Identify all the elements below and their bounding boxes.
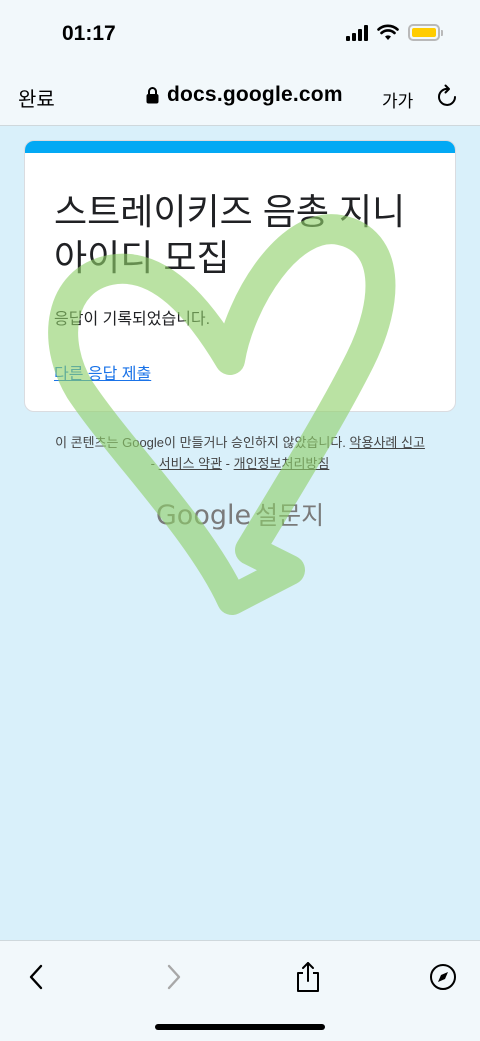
google-wordmark: Google: [155, 500, 252, 531]
done-button[interactable]: 완료: [18, 83, 55, 112]
disclaimer-text: 이 콘텐츠는 Google이 만들거나 승인하지 않았습니다.: [55, 435, 346, 450]
form-footer: 이 콘텐츠는 Google이 만들거나 승인하지 않았습니다. 악용사례 신고 …: [0, 432, 480, 474]
footer-separator: -: [225, 456, 231, 471]
share-icon[interactable]: [290, 959, 326, 995]
terms-link[interactable]: 서비스 약관: [159, 456, 222, 471]
cellular-signal-icon: [346, 24, 368, 41]
confirmation-message: 응답이 기록되었습니다.: [54, 311, 211, 328]
url-bar[interactable]: docs.google.com: [146, 83, 343, 107]
privacy-link[interactable]: 개인정보처리방침: [234, 456, 330, 471]
lock-icon: [146, 86, 159, 103]
form-accent-bar: [25, 141, 455, 153]
status-time: 01:17: [62, 22, 116, 45]
status-bar: 01:17: [0, 0, 480, 72]
status-icons: [346, 24, 443, 41]
compass-icon[interactable]: [425, 959, 461, 995]
form-card: 스트레이키즈 음총 지니 아이디 모집 응답이 기록되었습니다. 다른 응답 제…: [24, 140, 456, 412]
wifi-icon: [377, 24, 399, 40]
back-icon[interactable]: [18, 959, 54, 995]
reload-icon[interactable]: [436, 84, 460, 110]
google-forms-logo[interactable]: Google 설문지: [0, 496, 480, 532]
footer-separator: -: [150, 456, 155, 471]
form-title: 스트레이키즈 음총 지니 아이디 모집: [54, 191, 406, 278]
home-indicator[interactable]: [155, 1024, 325, 1030]
report-abuse-link[interactable]: 악용사례 신고: [350, 435, 425, 450]
browser-bar: 완료 docs.google.com 가가: [0, 72, 480, 126]
url-text: docs.google.com: [167, 83, 343, 106]
forward-icon[interactable]: [156, 959, 192, 995]
battery-icon: [408, 24, 443, 41]
text-size-button[interactable]: 가가: [382, 87, 413, 112]
forms-wordmark: 설문지: [255, 502, 325, 530]
submit-another-link[interactable]: 다른 응답 제출: [54, 360, 151, 384]
